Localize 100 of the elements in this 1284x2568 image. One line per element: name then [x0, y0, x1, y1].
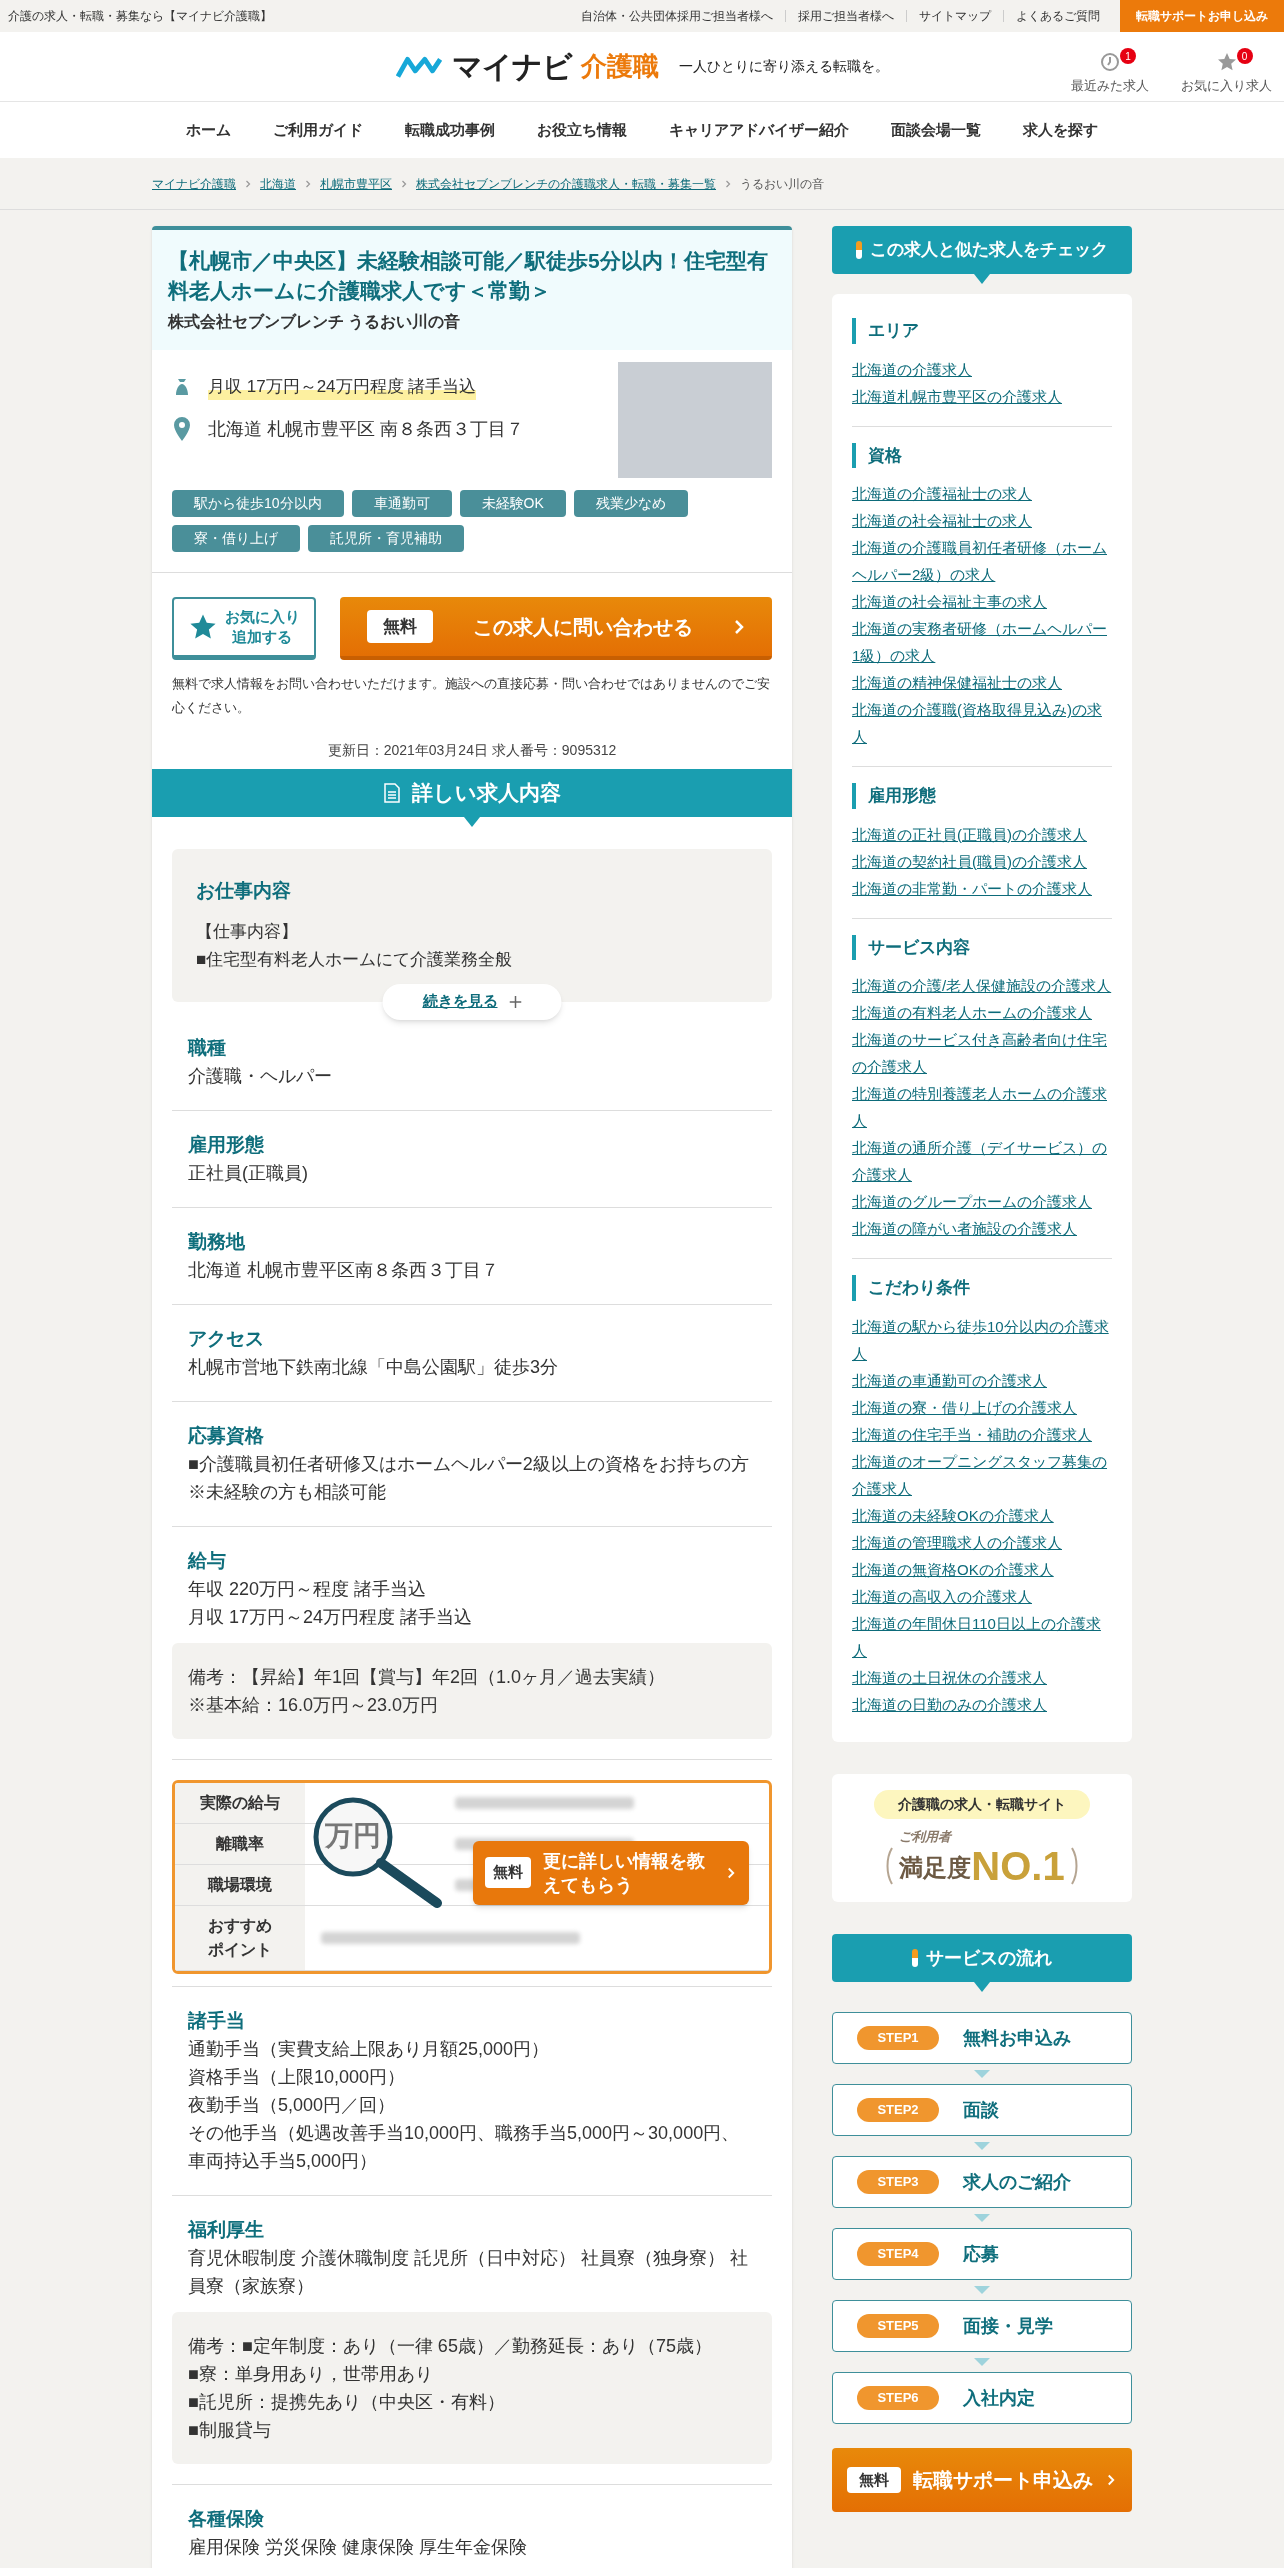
sidebar-link[interactable]: 北海道の介護求人 [852, 355, 1112, 383]
sidebar-link[interactable]: 北海道のグループホームの介護求人 [852, 1188, 1112, 1215]
sidebar-header: この求人と似た求人をチェック [832, 226, 1132, 274]
sidebar-link[interactable]: 北海道の日勤のみの介護求人 [852, 1690, 1112, 1718]
nav-link[interactable]: ホーム [186, 118, 231, 142]
star-icon [1216, 52, 1237, 72]
nav-link[interactable]: ご利用ガイド [273, 118, 363, 142]
sidebar-link[interactable]: 北海道札幌市豊平区の介護求人 [852, 382, 1112, 410]
top-link[interactable]: よくあるご質問 [1003, 10, 1112, 22]
sidebar-link[interactable]: 北海道の介護職員初任者研修（ホームヘルパー2級）の求人 [852, 534, 1112, 588]
field-label: アクセス [188, 1326, 265, 1351]
count-badge: 0 [1236, 48, 1253, 64]
pointer-triangle-icon [464, 817, 480, 827]
nav-link[interactable]: 転職成功事例 [405, 118, 495, 142]
feature-tag: 託児所・育児補助 [308, 525, 464, 552]
sidebar-link[interactable]: 北海道の正社員(正職員)の介護求人 [852, 820, 1112, 848]
group-heading: こだわり条件 [852, 1275, 1112, 1301]
sidebar-link[interactable]: 北海道の特別養護老人ホームの介護求人 [852, 1080, 1112, 1134]
step-label: 入社内定 [963, 2386, 1035, 2410]
step-label: 応募 [963, 2242, 999, 2266]
step-label: 求人のご紹介 [963, 2170, 1071, 2194]
read-more-button[interactable]: 続きを見る [382, 983, 562, 1020]
sidebar-link[interactable]: 北海道の年間休日110日以上の介護求人 [852, 1609, 1112, 1664]
sidebar-link[interactable]: 北海道のサービス付き高齢者向け住宅の介護求人 [852, 1026, 1112, 1080]
feature-tag: 残業少なめ [573, 490, 688, 517]
field-value: 年収 220万円～程度 諸手当込 [188, 1577, 428, 1601]
clock-icon [1100, 52, 1120, 72]
sidebar-link[interactable]: 北海道の管理職求人の介護求人 [852, 1528, 1112, 1556]
header-shortcut[interactable]: 1 最近みた求人 [1071, 44, 1149, 96]
table-header-cell: おすすめ ポイント [175, 1905, 305, 1970]
note-text: ■託児所：提携先あり（中央区・有料） [188, 2390, 506, 2414]
step-badge: STEP5 [857, 2314, 939, 2338]
contact-button[interactable]: 無料 この求人に問い合わせる [340, 597, 772, 660]
sidebar-link[interactable]: 北海道の社会福祉士の求人 [852, 507, 1112, 534]
favorite-button[interactable]: お気に入り追加する [172, 597, 316, 660]
sidebar-link[interactable]: 北海道の無資格OKの介護求人 [852, 1555, 1112, 1583]
note-text: ※基本給：16.0万円～23.0万円 [188, 1693, 440, 1717]
sidebar-link[interactable]: 北海道の精神保健福祉士の求人 [852, 669, 1112, 696]
pointer-triangle-icon [974, 274, 990, 284]
breadcrumb-link[interactable]: 札幌市豊平区 [320, 174, 392, 193]
sidebar-link[interactable]: 北海道の住宅手当・補助の介護求人 [852, 1420, 1112, 1448]
field-value: その他手当（処遇改善手当10,000円、職務手当5,000円～30,000円、車両持込手当5,000円） [188, 2121, 741, 2173]
sidebar-link[interactable]: 北海道の障がい者施設の介護求人 [852, 1215, 1112, 1242]
breadcrumb-link[interactable]: 北海道 [260, 174, 296, 193]
sidebar-link[interactable]: 北海道の社会福祉主事の求人 [852, 588, 1112, 615]
nav-link[interactable]: お役立ち情報 [537, 118, 627, 142]
top-link[interactable]: 自治体・公共団体採用ご担当者様へ [569, 10, 785, 22]
document-icon [383, 783, 400, 803]
sidebar-header: サービスの流れ [832, 1934, 1132, 1982]
free-badge: 無料 [485, 1857, 531, 1888]
nav-link[interactable]: 面談会場一覧 [891, 118, 981, 142]
nav-link[interactable]: キャリアアドバイザー紹介 [669, 118, 849, 142]
breadcrumb-current: うるおい川の音 [740, 175, 824, 193]
sidebar-link[interactable]: 北海道の介護福祉士の求人 [852, 480, 1112, 507]
field-label: 福利厚生 [188, 2217, 265, 2242]
note-text: 備考：【昇給】年1回【賞与】年2回（1.0ヶ月／過去実績） [188, 1665, 667, 1689]
accent-bar-icon [856, 241, 862, 259]
award-label: 満足度 [899, 1854, 972, 1883]
breadcrumb-link[interactable]: 株式会社セブンブレンチの介護職求人・転職・募集一覧 [416, 174, 716, 193]
sidebar-link[interactable]: 北海道の車通勤可の介護求人 [852, 1366, 1112, 1394]
sidebar-link[interactable]: 北海道の有料老人ホームの介護求人 [852, 999, 1112, 1026]
sidebar-link[interactable]: 北海道の実務者研修（ホームヘルパー1級）の求人 [852, 615, 1112, 669]
step-badge: STEP3 [857, 2170, 939, 2194]
support-apply-button[interactable]: 無料 転職サポート申込み [832, 2448, 1132, 2512]
breadcrumb-chevron-icon [304, 179, 312, 188]
info-request-button[interactable]: 無料 更に詳しい情報を教えてもらう [473, 1840, 749, 1905]
table-header-cell: 実際の給与 [175, 1782, 305, 1823]
sidebar-link[interactable]: 北海道のオープニングスタッフ募集の介護求人 [852, 1447, 1112, 1502]
magnifier-text: 万円 [325, 1818, 381, 1853]
sidebar-link[interactable]: 北海道の介護/老人保健施設の介護求人 [852, 972, 1112, 999]
field-label: 職種 [188, 1035, 227, 1060]
sidebar-link[interactable]: 北海道の契約社員(職員)の介護求人 [852, 847, 1112, 875]
sidebar-link[interactable]: 北海道の非常勤・パートの介護求人 [852, 874, 1112, 902]
update-info: 更新日：2021年03月24日 求人番号：9095312 [326, 741, 618, 760]
breadcrumb-chevron-icon [400, 179, 408, 188]
field-value: 通勤手当（実費支給上限あり月額25,000円） [188, 2037, 551, 2061]
sidebar-link[interactable]: 北海道の高収入の介護求人 [852, 1582, 1112, 1610]
header-shortcut[interactable]: 0 お気に入り求人 [1181, 44, 1272, 96]
sidebar-link[interactable]: 北海道の通所介護（デイサービス）の介護求人 [852, 1134, 1112, 1188]
award-rank: NO.1 [971, 1846, 1065, 1886]
sidebar-link[interactable]: 北海道の未経験OKの介護求人 [852, 1501, 1112, 1529]
group-heading: エリア [852, 318, 1112, 344]
salary-text: 月収 17万円～24万円程度 諸手当込 [208, 374, 477, 400]
step-badge: STEP6 [857, 2386, 939, 2410]
note-text: ■制服貸与 [188, 2418, 272, 2442]
field-label: 勤務地 [188, 1229, 246, 1254]
sidebar-link[interactable]: 北海道の土日祝休の介護求人 [852, 1663, 1112, 1691]
nav-link[interactable]: 求人を探す [1023, 118, 1098, 142]
top-link[interactable]: サイトマップ [906, 10, 1003, 22]
feature-tag: 寮・借り上げ [172, 525, 300, 552]
top-link[interactable]: 採用ご担当者様へ [785, 10, 906, 22]
field-value: 介護職・ヘルパー [188, 1064, 333, 1088]
map-pin-icon [172, 417, 192, 441]
sidebar-link[interactable]: 北海道の駅から徒歩10分以内の介護求人 [852, 1312, 1112, 1367]
chevron-right-icon [1105, 2474, 1117, 2486]
job-title: 【札幌市／中央区】未経験相談可能／駅徒歩5分以内！住宅型有料老人ホームに介護職求人です＜常勤＞ [168, 248, 769, 304]
field-label: 給与 [188, 1548, 227, 1573]
sidebar-link[interactable]: 北海道の寮・借り上げの介護求人 [852, 1393, 1112, 1421]
breadcrumb-link[interactable]: マイナビ介護職 [152, 174, 236, 193]
sidebar-link[interactable]: 北海道の介護職(資格取得見込み)の求人 [852, 696, 1112, 750]
